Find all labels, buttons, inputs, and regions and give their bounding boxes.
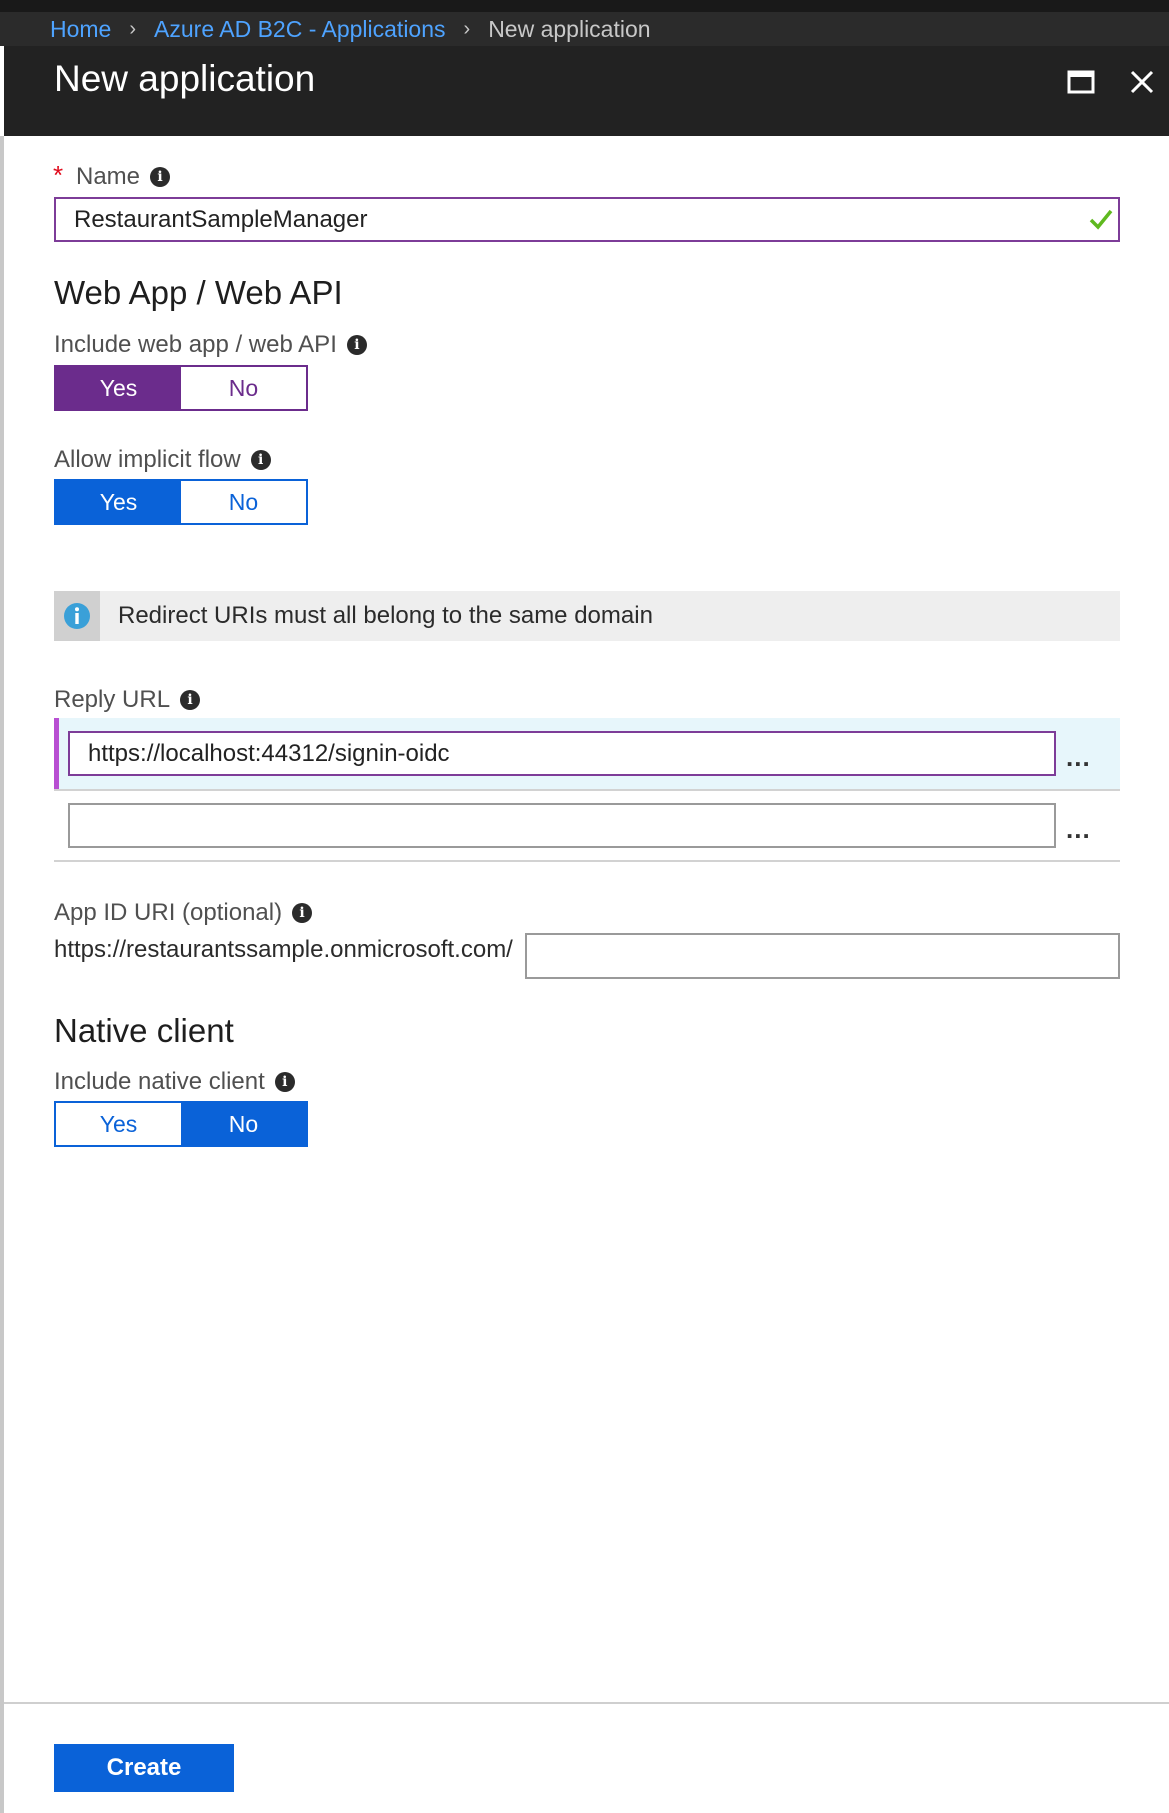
include-web-app-label-text: Include web app / web API [54, 331, 337, 358]
required-indicator: * [53, 160, 64, 190]
info-icon[interactable]: i [346, 335, 367, 355]
page-title: New application [54, 58, 316, 99]
create-button[interactable]: Create [54, 1744, 234, 1792]
implicit-flow-toggle[interactable]: Yes No [54, 479, 308, 525]
maximize-icon [1067, 70, 1095, 94]
implicit-flow-label: Allow implicit flow i [54, 446, 271, 474]
implicit-flow-no[interactable]: No [181, 481, 306, 523]
maximize-button[interactable] [1061, 62, 1101, 102]
blade-header: New application [4, 46, 1169, 136]
name-label: Name i [76, 163, 171, 191]
reply-url-1-more-button[interactable]: ... [1066, 742, 1091, 773]
row-divider [54, 860, 1120, 862]
include-native-client-toggle[interactable]: Yes No [54, 1101, 308, 1147]
top-strip [0, 0, 1169, 12]
breadcrumb-applications[interactable]: Azure AD B2C - Applications [154, 16, 445, 43]
include-web-app-label: Include web app / web API i [54, 331, 367, 359]
include-web-app-toggle[interactable]: Yes No [54, 365, 308, 411]
checkmark-icon [1089, 209, 1113, 230]
reply-url-input-1-value: https://localhost:44312/signin-oidc [88, 739, 450, 767]
info-icon [64, 603, 90, 629]
include-native-client-no[interactable]: No [181, 1103, 306, 1145]
app-id-uri-prefix: https://restaurantssample.onmicrosoft.co… [54, 936, 513, 963]
include-native-client-label: Include native client i [54, 1068, 295, 1096]
reply-url-label-text: Reply URL [54, 686, 171, 713]
info-icon[interactable]: i [274, 1072, 295, 1092]
implicit-flow-label-text: Allow implicit flow [54, 446, 241, 473]
app-id-uri-input[interactable] [525, 933, 1120, 979]
chevron-right-icon: › [129, 17, 137, 40]
info-icon[interactable]: i [180, 690, 201, 710]
footer-divider [4, 1702, 1169, 1704]
info-icon[interactable]: i [292, 903, 313, 923]
web-app-section-title: Web App / Web API [54, 274, 343, 311]
info-banner-text: Redirect URIs must all belong to the sam… [118, 602, 653, 629]
reply-url-2-more-button[interactable]: ... [1066, 814, 1091, 845]
include-web-app-no[interactable]: No [181, 367, 306, 409]
include-native-client-yes[interactable]: Yes [56, 1103, 181, 1145]
app-id-uri-label: App ID URI (optional) i [54, 899, 313, 927]
name-field-value: RestaurantSampleManager [74, 205, 368, 233]
include-web-app-yes[interactable]: Yes [56, 367, 181, 409]
native-client-section-title: Native client [54, 1012, 234, 1049]
row-divider [54, 789, 1120, 791]
info-icon[interactable]: i [150, 167, 171, 187]
breadcrumb-current: New application [488, 15, 651, 42]
chevron-right-icon: › [463, 17, 471, 40]
reply-url-input-2[interactable] [68, 803, 1056, 848]
breadcrumb: Home › Azure AD B2C - Applications › New… [0, 12, 1169, 46]
close-icon [1130, 70, 1154, 94]
blade-edge [0, 136, 4, 1813]
implicit-flow-yes[interactable]: Yes [56, 481, 181, 523]
reply-url-input-1[interactable]: https://localhost:44312/signin-oidc [68, 731, 1056, 776]
close-button[interactable] [1122, 62, 1162, 102]
name-field[interactable]: RestaurantSampleManager [54, 197, 1120, 242]
breadcrumb-home[interactable]: Home [50, 16, 111, 43]
include-native-client-label-text: Include native client [54, 1068, 265, 1095]
info-banner: Redirect URIs must all belong to the sam… [54, 591, 1120, 641]
info-icon[interactable]: i [250, 450, 271, 470]
banner-icon-box [54, 591, 100, 641]
reply-url-label: Reply URL i [54, 686, 201, 714]
name-label-text: Name [76, 163, 141, 190]
app-id-uri-label-text: App ID URI (optional) [54, 899, 283, 926]
